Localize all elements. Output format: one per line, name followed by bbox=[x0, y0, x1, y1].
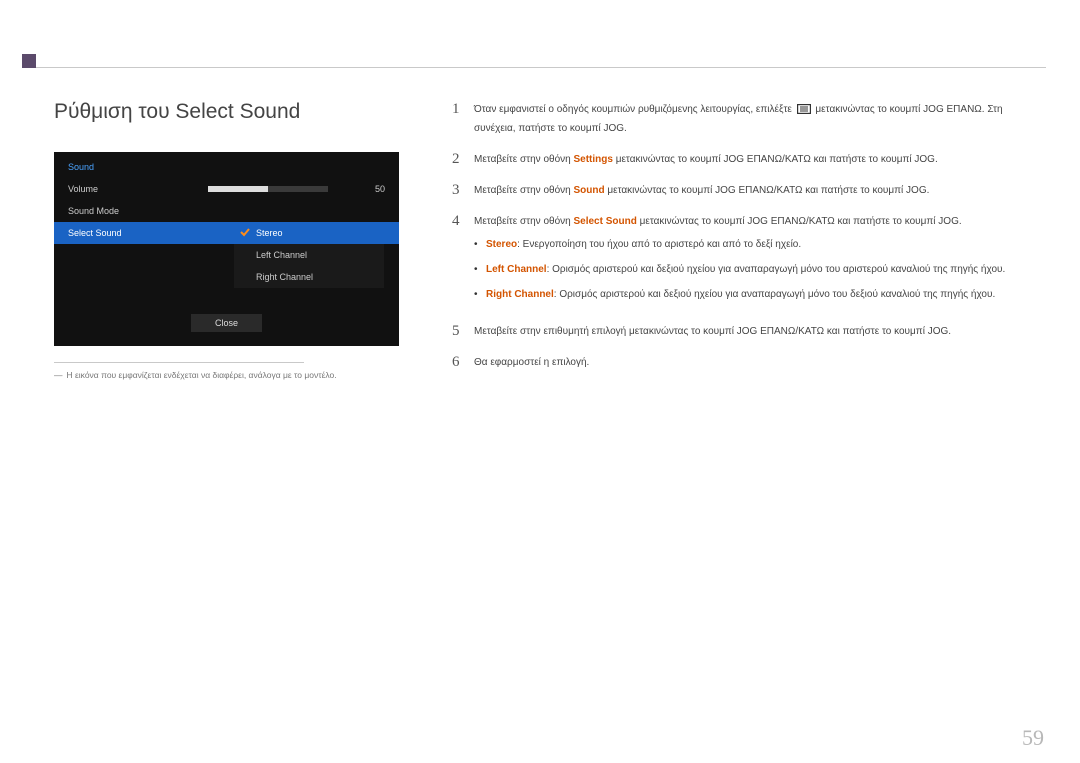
step3-text-b: μετακινώντας το κουμπί JOG ΕΠΑΝΩ/ΚΑΤΩ κα… bbox=[605, 185, 930, 196]
osd-row-soundmode: Sound Mode bbox=[54, 200, 399, 222]
step-number: 6 bbox=[452, 353, 474, 372]
osd-sub-stereo: Stereo bbox=[234, 222, 384, 244]
option-left-desc: : Ορισμός αριστερού και δεξιού ηχείου γι… bbox=[547, 264, 1006, 275]
step1-text-a: Όταν εμφανιστεί ο οδηγός κουμπιών ρυθμιζ… bbox=[474, 104, 795, 115]
step-body: Μεταβείτε στην οθόνη Settings μετακινώντ… bbox=[474, 150, 1030, 169]
left-column: Ρύθμιση του Select Sound Sound Volume 50… bbox=[54, 100, 414, 382]
osd-sub-stereo-label: Stereo bbox=[256, 228, 283, 238]
step-body: Μεταβείτε στην οθόνη Sound μετακινώντας … bbox=[474, 181, 1030, 200]
osd-row-volume: Volume 50 bbox=[54, 178, 399, 200]
note-text: Η εικόνα που εμφανίζεται ενδέχεται να δι… bbox=[67, 370, 337, 380]
osd-volume-label: Volume bbox=[68, 184, 208, 194]
corner-accent bbox=[22, 54, 36, 68]
section-title: Ρύθμιση του Select Sound bbox=[54, 100, 414, 124]
osd-menu-title: Sound bbox=[54, 152, 399, 178]
osd-soundmode-label: Sound Mode bbox=[68, 206, 208, 216]
option-right-desc: : Ορισμός αριστερού και δεξιού ηχείου γι… bbox=[554, 289, 995, 300]
osd-sub-left-label: Left Channel bbox=[256, 250, 307, 260]
step-number: 4 bbox=[452, 212, 474, 310]
option-left: Left Channel: Ορισμός αριστερού και δεξι… bbox=[474, 260, 1030, 279]
option-stereo-key: Stereo bbox=[486, 239, 517, 250]
step-number: 3 bbox=[452, 181, 474, 200]
step-body: Μεταβείτε στην επιθυμητή επιλογή μετακιν… bbox=[474, 322, 1030, 341]
options-list: Stereo: Ενεργοποίηση του ήχου από το αρι… bbox=[474, 235, 1030, 304]
model-note: ― Η εικόνα που εμφανίζεται ενδέχεται να δ… bbox=[54, 369, 414, 382]
osd-sub-left: Left Channel bbox=[234, 244, 384, 266]
manual-page: Ρύθμιση του Select Sound Sound Volume 50… bbox=[0, 0, 1080, 763]
osd-footer: Close bbox=[54, 314, 399, 332]
step4-text-a: Μεταβείτε στην οθόνη bbox=[474, 216, 573, 227]
option-stereo-desc: : Ενεργοποίηση του ήχου από το αριστερό … bbox=[517, 239, 801, 250]
step2-text-b: μετακινώντας το κουμπί JOG ΕΠΑΝΩ/ΚΑΤΩ κα… bbox=[613, 154, 938, 165]
note-divider bbox=[54, 362, 304, 363]
osd-volume-value: 50 bbox=[355, 184, 385, 194]
keyword-settings: Settings bbox=[573, 154, 612, 165]
step-1: 1 Όταν εμφανιστεί ο οδηγός κουμπιών ρυθμ… bbox=[452, 100, 1030, 138]
step-body: Μεταβείτε στην οθόνη Select Sound μετακι… bbox=[474, 212, 1030, 310]
check-icon bbox=[240, 227, 250, 237]
osd-panel: Sound Volume 50 Sound Mode Select Sound … bbox=[54, 152, 399, 346]
option-left-key: Left Channel bbox=[486, 264, 547, 275]
osd-close-button: Close bbox=[191, 314, 262, 332]
step2-text-a: Μεταβείτε στην οθόνη bbox=[474, 154, 573, 165]
osd-sub-right: Right Channel bbox=[234, 266, 384, 288]
menu-icon bbox=[797, 104, 811, 114]
osd-sub-right-label: Right Channel bbox=[256, 272, 313, 282]
osd-volume-bar bbox=[208, 186, 355, 192]
note-dash-icon: ― bbox=[54, 370, 63, 380]
step3-text-a: Μεταβείτε στην οθόνη bbox=[474, 185, 573, 196]
step-4: 4 Μεταβείτε στην οθόνη Select Sound μετα… bbox=[452, 212, 1030, 310]
step-number: 1 bbox=[452, 100, 474, 138]
step4-text-b: μετακινώντας το κουμπί JOG ΕΠΑΝΩ/ΚΑΤΩ κα… bbox=[637, 216, 962, 227]
keyword-selectsound: Select Sound bbox=[573, 216, 636, 227]
step-2: 2 Μεταβείτε στην οθόνη Settings μετακινώ… bbox=[452, 150, 1030, 169]
step-number: 2 bbox=[452, 150, 474, 169]
step-6: 6 Θα εφαρμοστεί η επιλογή. bbox=[452, 353, 1030, 372]
keyword-sound: Sound bbox=[573, 185, 604, 196]
step-3: 3 Μεταβείτε στην οθόνη Sound μετακινώντα… bbox=[452, 181, 1030, 200]
option-stereo: Stereo: Ενεργοποίηση του ήχου από το αρι… bbox=[474, 235, 1030, 254]
option-right: Right Channel: Ορισμός αριστερού και δεξ… bbox=[474, 285, 1030, 304]
right-column: 1 Όταν εμφανιστεί ο οδηγός κουμπιών ρυθμ… bbox=[452, 100, 1030, 384]
step-5: 5 Μεταβείτε στην επιθυμητή επιλογή μετακ… bbox=[452, 322, 1030, 341]
step-body: Θα εφαρμοστεί η επιλογή. bbox=[474, 353, 1030, 372]
step-number: 5 bbox=[452, 322, 474, 341]
step-body: Όταν εμφανιστεί ο οδηγός κουμπιών ρυθμιζ… bbox=[474, 100, 1030, 138]
option-right-key: Right Channel bbox=[486, 289, 554, 300]
osd-submenu: Stereo Left Channel Right Channel bbox=[234, 222, 384, 288]
page-number: 59 bbox=[1022, 725, 1044, 751]
osd-selectsound-label: Select Sound bbox=[68, 228, 208, 238]
header-rule bbox=[36, 67, 1046, 68]
